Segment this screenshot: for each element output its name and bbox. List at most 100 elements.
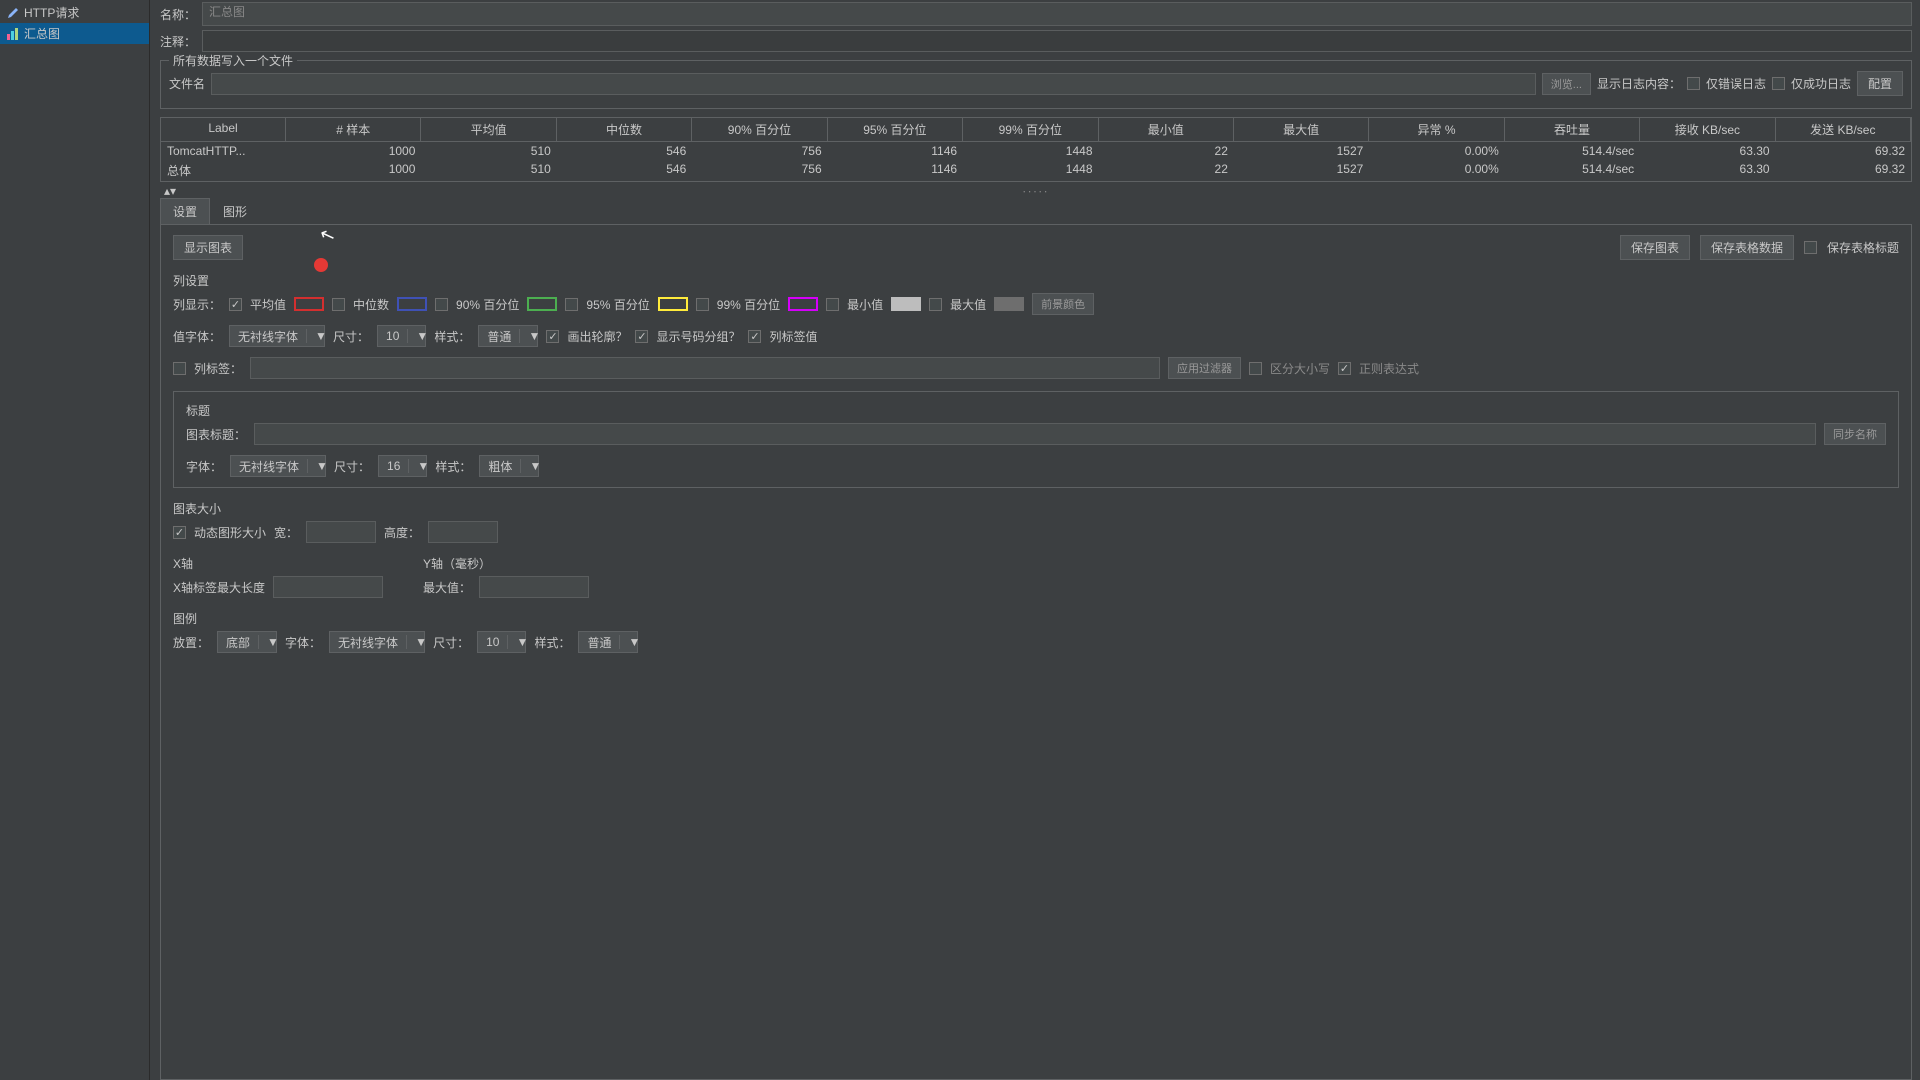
barlabel-checkbox[interactable]: [748, 330, 761, 343]
avg-swatch: [294, 297, 324, 311]
avg-checkbox[interactable]: [229, 298, 242, 311]
splitter[interactable]: ▴▾ ∙∙∙∙∙: [160, 186, 1912, 196]
table-cell: 1146: [828, 160, 963, 181]
legend-size-label: 尺寸：: [433, 634, 469, 651]
tab-settings[interactable]: 设置: [160, 198, 210, 224]
table-cell: 546: [557, 142, 692, 160]
title-style-label: 样式：: [435, 458, 471, 475]
browse-button[interactable]: 浏览...: [1542, 73, 1591, 95]
table-header[interactable]: 吞吐量: [1505, 118, 1640, 142]
yaxis-max-input[interactable]: [479, 576, 589, 598]
title-style-select[interactable]: 粗体▼: [479, 455, 539, 477]
comment-input[interactable]: [202, 30, 1912, 52]
tabs: 设置 图形: [160, 198, 1912, 225]
height-input[interactable]: [428, 521, 498, 543]
comment-label: 注释：: [160, 33, 196, 50]
chevron-down-icon: ▼: [406, 635, 424, 649]
legend-placement-select[interactable]: 底部▼: [217, 631, 277, 653]
only-success-checkbox[interactable]: [1772, 77, 1785, 90]
col-label-label: 列标签：: [194, 360, 242, 377]
legend-style-select[interactable]: 普通▼: [578, 631, 638, 653]
median-swatch: [397, 297, 427, 311]
case-checkbox[interactable]: [1249, 362, 1262, 375]
table-header[interactable]: # 样本: [286, 118, 421, 142]
tab-graph[interactable]: 图形: [210, 198, 260, 224]
p99-checkbox[interactable]: [696, 298, 709, 311]
show-chart-button[interactable]: 显示图表: [173, 235, 243, 260]
tree-panel: HTTP请求 汇总图: [0, 0, 150, 1080]
col-label-checkbox[interactable]: [173, 362, 186, 375]
table-header[interactable]: Label: [161, 118, 286, 142]
outline-checkbox[interactable]: [546, 330, 559, 343]
value-size-select[interactable]: 10▼: [377, 325, 426, 347]
table-header[interactable]: 异常 %: [1369, 118, 1504, 142]
filename-input[interactable]: [211, 73, 1536, 95]
yaxis-title: Y轴（毫秒）: [423, 555, 589, 572]
dyn-size-checkbox[interactable]: [173, 526, 186, 539]
save-chart-button[interactable]: 保存图表: [1620, 235, 1690, 260]
shownum-checkbox[interactable]: [635, 330, 648, 343]
table-cell: 0.00%: [1369, 142, 1504, 160]
xaxis-maxlen-input[interactable]: [273, 576, 383, 598]
table-cell: 0.00%: [1369, 160, 1504, 181]
median-checkbox[interactable]: [332, 298, 345, 311]
value-font-select[interactable]: 无衬线字体▼: [229, 325, 325, 347]
title-font-select[interactable]: 无衬线字体▼: [230, 455, 326, 477]
min-swatch: [891, 297, 921, 311]
table-cell: 756: [692, 160, 827, 181]
title-box-title: 标题: [186, 402, 1886, 419]
chart-title-input[interactable]: [254, 423, 1816, 445]
sync-name-button[interactable]: 同步名称: [1824, 423, 1886, 445]
chevron-down-icon: ▼: [507, 635, 525, 649]
col-label-input[interactable]: [250, 357, 1160, 379]
filename-label: 文件名: [169, 75, 205, 92]
value-style-select[interactable]: 普通▼: [478, 325, 538, 347]
median-label: 中位数: [353, 296, 389, 313]
file-legend: 所有数据写入一个文件: [169, 52, 297, 69]
legend-font-select[interactable]: 无衬线字体▼: [329, 631, 425, 653]
table-cell: 总体: [161, 160, 286, 181]
legend-style-label: 样式：: [534, 634, 570, 651]
p90-checkbox[interactable]: [435, 298, 448, 311]
tree-item-summary[interactable]: 汇总图: [0, 23, 149, 44]
p95-checkbox[interactable]: [565, 298, 578, 311]
table-header[interactable]: 最大值: [1234, 118, 1369, 142]
fgcolor-button[interactable]: 前景颜色: [1032, 293, 1094, 315]
width-input[interactable]: [306, 521, 376, 543]
table-row[interactable]: 总体1000510546756114614482215270.00%514.4/…: [161, 160, 1911, 181]
table-header[interactable]: 90% 百分位: [692, 118, 827, 142]
title-box: 标题 图表标题： 同步名称 字体： 无衬线字体▼ 尺寸： 16▼ 样式： 粗体▼: [173, 391, 1899, 488]
p99-label: 99% 百分位: [717, 296, 780, 313]
splitter-arrows-icon: ▴▾: [164, 184, 176, 198]
title-size-select[interactable]: 16▼: [378, 455, 427, 477]
save-table-button[interactable]: 保存表格数据: [1700, 235, 1794, 260]
table-header[interactable]: 95% 百分位: [828, 118, 963, 142]
legend-size-select[interactable]: 10▼: [477, 631, 526, 653]
table-header[interactable]: 接收 KB/sec: [1640, 118, 1775, 142]
table-header[interactable]: 中位数: [557, 118, 692, 142]
only-success-label: 仅成功日志: [1791, 75, 1851, 92]
chevron-down-icon: ▼: [306, 329, 324, 343]
table-header[interactable]: 99% 百分位: [963, 118, 1098, 142]
table-row[interactable]: TomcatHTTP...100051054675611461448221527…: [161, 142, 1911, 160]
min-checkbox[interactable]: [826, 298, 839, 311]
max-label: 最大值: [950, 296, 986, 313]
legend-placement-label: 放置：: [173, 634, 209, 651]
table-cell: 514.4/sec: [1505, 142, 1640, 160]
config-button[interactable]: 配置: [1857, 71, 1903, 96]
log-content-label: 显示日志内容：: [1597, 75, 1681, 92]
table-header[interactable]: 最小值: [1099, 118, 1234, 142]
table-header[interactable]: 发送 KB/sec: [1776, 118, 1911, 142]
name-input[interactable]: 汇总图: [202, 2, 1912, 26]
tree-item-http[interactable]: HTTP请求: [0, 2, 149, 23]
apply-filter-button[interactable]: 应用过滤器: [1168, 357, 1241, 379]
name-label: 名称：: [160, 6, 196, 23]
chevron-down-icon: ▼: [408, 459, 426, 473]
max-checkbox[interactable]: [929, 298, 942, 311]
title-size-label: 尺寸：: [334, 458, 370, 475]
table-cell: 63.30: [1640, 142, 1775, 160]
regex-checkbox[interactable]: [1338, 362, 1351, 375]
only-error-checkbox[interactable]: [1687, 77, 1700, 90]
save-headers-checkbox[interactable]: [1804, 241, 1817, 254]
table-header[interactable]: 平均值: [421, 118, 556, 142]
